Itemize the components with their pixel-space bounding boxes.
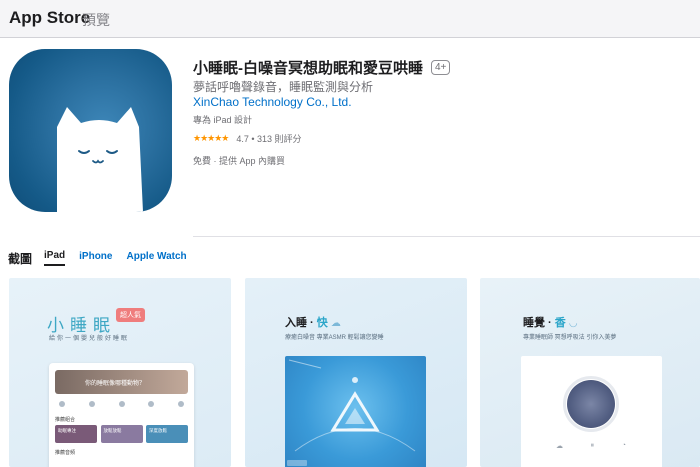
shot1-card: 助眠專注 [55, 425, 97, 443]
shot2-phone-mockup [285, 356, 426, 467]
age-rating-badge: 4+ [431, 59, 451, 75]
cloud-icon: ☁ [330, 318, 341, 329]
shot3-controls: ☁ ⏸ ◔ [556, 442, 626, 450]
tab-iphone[interactable]: iPhone [79, 251, 112, 265]
designed-for-label: 專為 iPad 設計 [193, 115, 253, 125]
shot1-section-title: 推薦音頻 [55, 450, 76, 456]
rating-row: ★★★★★ 4.7 • 313 則評分 [193, 132, 302, 145]
cloud-icon: ☁ [556, 443, 563, 450]
app-store-brand[interactable]: App Store [9, 8, 90, 28]
tab-ipad[interactable]: iPad [44, 250, 66, 266]
category-icon [118, 401, 125, 407]
shot2-title-prefix: 入睡 · [285, 317, 317, 329]
category-icon [59, 401, 65, 407]
app-title-row: 小睡眠-白噪音冥想助眠和愛豆哄睡 4+ [193, 56, 451, 78]
shot1-banner: 你的睡眠像哪種動物？ [55, 370, 188, 394]
developer-link[interactable]: XinChao Technology Co., Ltd. [193, 95, 352, 109]
shot3-album-art [567, 380, 615, 428]
bell-icon: ◔ [621, 442, 626, 449]
shot3-title: 睡覺 · 香 ◡ [523, 314, 578, 330]
shot1-icon-row [59, 401, 184, 407]
cat-silhouette [57, 107, 143, 212]
shot3-phone-mockup: ☁ ⏸ ◔ [521, 356, 662, 467]
screenshot-2[interactable]: 入睡 · 快 ☁ 療癒白噪音 專業ASMR 輕鬆讓您變睡 [245, 278, 467, 467]
app-icon [9, 49, 172, 212]
shot1-section-title: 推薦組合 [55, 417, 76, 423]
shot3-title-accent: 香 [554, 317, 566, 329]
pause-icon: ⏸ [590, 442, 595, 449]
screenshots-header: 截圖 iPad iPhone Apple Watch [8, 249, 201, 267]
category-icon [178, 401, 184, 407]
shot2-dial-curve [294, 428, 416, 452]
shot2-title: 入睡 · 快 ☁ [285, 314, 341, 330]
shot3-title-prefix: 睡覺 · [523, 317, 555, 329]
tab-apple-watch[interactable]: Apple Watch [126, 251, 186, 265]
shot2-title-accent: 快 [316, 317, 328, 329]
preview-label: 預覽 [82, 12, 110, 28]
screenshots-title: 截圖 [8, 251, 33, 266]
shot1-card-label: 助眠專注 [58, 428, 76, 433]
star-rating-icon: ★★★★★ [193, 133, 229, 143]
shot1-card: 放鬆放鬆 [100, 425, 143, 443]
app-title: 小睡眠-白噪音冥想助眠和愛豆哄睡 [193, 59, 423, 77]
sleep-eye-icon: ◡ [568, 318, 578, 329]
shot1-cards: 助眠專注 放鬆放鬆 深度放鬆 [55, 425, 188, 443]
rating-text: 4.7 • 313 則評分 [236, 134, 302, 144]
shot1-card-label: 深度放鬆 [149, 428, 167, 433]
shot1-phone-mockup: 你的睡眠像哪種動物？ 推薦組合 助眠專注 放鬆放鬆 深度放鬆 推薦音頻 [49, 363, 194, 467]
shot1-banner-text: 你的睡眠像哪種動物？ [85, 381, 146, 387]
shot1-badge: 超人氣 [116, 308, 145, 322]
divider [193, 236, 700, 237]
shot2-caption: 療癒白噪音 專業ASMR 輕鬆讓您變睡 [285, 335, 384, 341]
price-label: 免費 · 提供 App 內購買 [193, 156, 286, 166]
shot3-caption: 專業睡眠師 冥想呼吸法 引你入美夢 [523, 335, 617, 341]
shot1-caption: 給你一個嬰兒般好睡眠 [49, 336, 130, 342]
shot2-dial-line [288, 359, 322, 369]
screenshot-3[interactable]: 睡覺 · 香 ◡ 專業睡眠師 冥想呼吸法 引你入美夢 ☁ ⏸ ◔ [480, 278, 700, 467]
app-subtitle: 夢話呼嚕聲錄音，睡眠監測與分析 [193, 80, 374, 94]
shot1-card-label: 放鬆放鬆 [103, 428, 122, 433]
category-icon [148, 401, 155, 407]
shot1-card: 深度放鬆 [146, 425, 188, 443]
top-bar: App Store 預覽 [0, 0, 700, 38]
category-icon [88, 401, 95, 407]
screenshot-1[interactable]: 小睡眠 超人氣 給你一個嬰兒般好睡眠 你的睡眠像哪種動物？ 推薦組合 助眠專注 … [9, 278, 231, 467]
